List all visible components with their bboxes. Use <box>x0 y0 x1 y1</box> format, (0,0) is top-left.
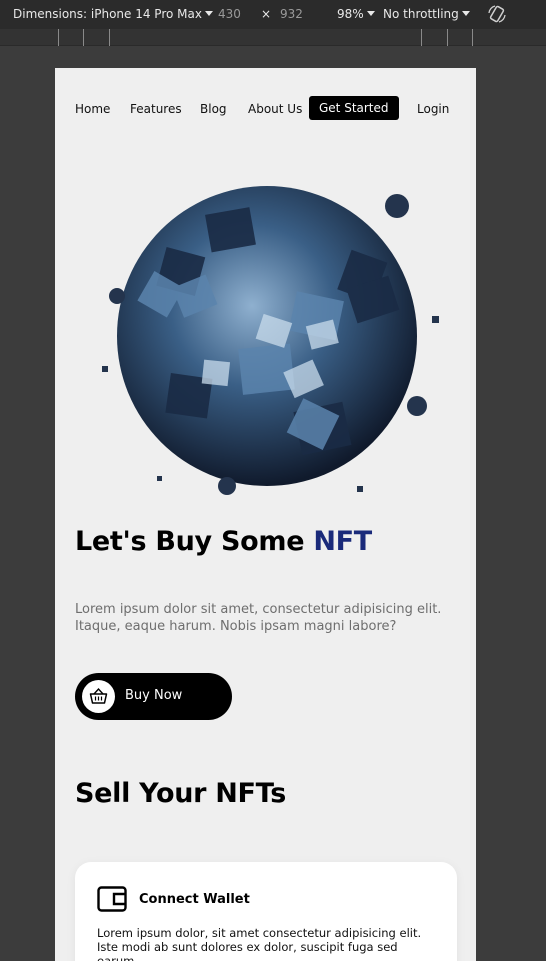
width-input[interactable]: 430 <box>218 7 241 21</box>
chevron-down-icon <box>366 11 375 16</box>
basket-icon <box>82 680 115 713</box>
throttling-dropdown[interactable]: No throttling <box>383 7 470 21</box>
dimensions-label: Dimensions: iPhone 14 Pro Max <box>13 7 202 21</box>
ruler-tick <box>472 29 473 46</box>
buy-now-button[interactable]: Buy Now <box>75 673 232 720</box>
height-input[interactable]: 932 <box>280 7 303 21</box>
chevron-down-icon <box>461 11 470 16</box>
hero-title-accent: NFT <box>313 526 372 557</box>
media-query-ruler[interactable] <box>0 29 546 46</box>
card-body: Lorem ipsum dolor, sit amet consectetur … <box>97 926 422 961</box>
sell-heading: Sell Your NFTs <box>75 778 286 809</box>
ruler-tick <box>421 29 422 46</box>
nav-features[interactable]: Features <box>130 102 182 116</box>
card-title: Connect Wallet <box>139 892 250 907</box>
dimensions-dropdown[interactable]: Dimensions: iPhone 14 Pro Max <box>13 7 213 21</box>
nav-home[interactable]: Home <box>75 102 110 116</box>
nav-blog[interactable]: Blog <box>200 102 227 116</box>
ruler-tick <box>58 29 59 46</box>
ruler-tick <box>83 29 84 46</box>
buy-now-label: Buy Now <box>125 688 183 703</box>
main-nav: Home Features Blog About Us Get Started … <box>55 96 476 122</box>
connect-wallet-card[interactable]: Connect Wallet Lorem ipsum dolor, sit am… <box>75 862 457 961</box>
nft-cube-sphere-image <box>102 186 439 495</box>
times-label: × <box>261 7 272 21</box>
wallet-icon <box>97 886 127 912</box>
device-viewport: Home Features Blog About Us Get Started … <box>55 68 476 961</box>
zoom-dropdown[interactable]: 98% <box>337 7 375 21</box>
ruler-tick <box>109 29 110 46</box>
throttling-label: No throttling <box>383 7 459 21</box>
devtools-toolbar: Dimensions: iPhone 14 Pro Max 430 × 932 … <box>0 0 546 29</box>
rotate-icon[interactable] <box>487 4 507 24</box>
chevron-down-icon <box>204 11 213 16</box>
hero-title-prefix: Let's Buy Some <box>75 526 314 557</box>
login-link[interactable]: Login <box>417 102 449 116</box>
get-started-button[interactable]: Get Started <box>309 96 399 120</box>
nav-about-us[interactable]: About Us <box>248 102 302 116</box>
ruler-tick <box>447 29 448 46</box>
hero-description: Lorem ipsum dolor sit amet, consectetur … <box>75 602 442 634</box>
hero-title: Let's Buy Some NFT <box>75 526 372 557</box>
zoom-label: 98% <box>337 7 364 21</box>
